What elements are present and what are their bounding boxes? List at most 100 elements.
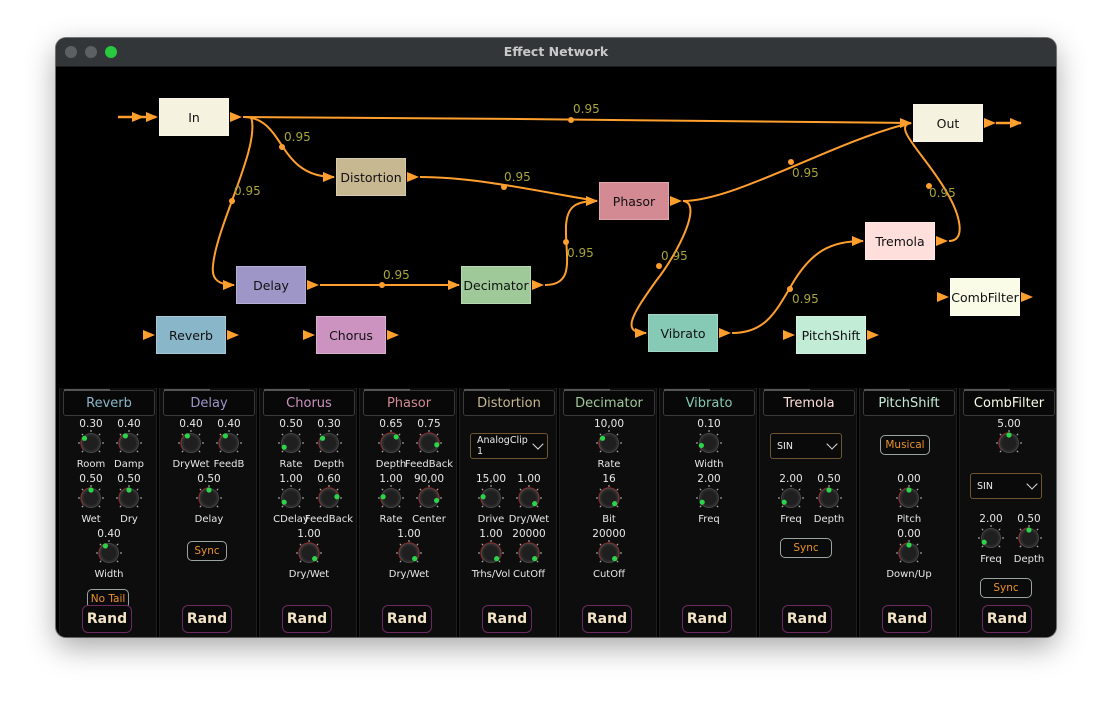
- knob-pitch[interactable]: 0.00 Pitch: [887, 473, 931, 529]
- knob-dial[interactable]: [116, 485, 142, 511]
- edge-weight-handle[interactable]: [279, 144, 285, 150]
- panel-title[interactable]: Tremola: [763, 389, 855, 416]
- panel-title[interactable]: Vibrato: [663, 389, 755, 416]
- knob-feed-b[interactable]: 0.40 FeedB: [207, 418, 251, 474]
- knob-dial[interactable]: [696, 430, 722, 456]
- knob-dial[interactable]: [116, 430, 142, 456]
- toggle-sync[interactable]: Sync: [780, 538, 832, 558]
- randomize-button[interactable]: Rand: [382, 605, 432, 633]
- knob-bit[interactable]: 16 Bit: [587, 473, 631, 529]
- node-reverb[interactable]: Reverb: [156, 316, 226, 354]
- knob-dial[interactable]: [896, 485, 922, 511]
- knob-cut-off[interactable]: 20000 CutOff: [587, 528, 631, 584]
- randomize-button[interactable]: Rand: [182, 605, 232, 633]
- knob-width[interactable]: 0.10 Width: [687, 418, 731, 474]
- knob-depth[interactable]: 0.30 Depth: [307, 418, 351, 474]
- panel-title[interactable]: Distortion: [463, 389, 555, 416]
- edge-weight-handle[interactable]: [229, 198, 235, 204]
- knob-dial[interactable]: [296, 540, 322, 566]
- knob-dial[interactable]: [196, 485, 222, 511]
- knob-dial[interactable]: [96, 540, 122, 566]
- knob-width[interactable]: 0.40 Width: [87, 528, 131, 584]
- knob-dry-wet[interactable]: 1.00 Dry/Wet: [287, 528, 331, 584]
- panel-title[interactable]: Reverb: [63, 389, 155, 416]
- knob-down-up[interactable]: 0.00 Down/Up: [886, 528, 931, 584]
- knob-feed-back[interactable]: 0.75 FeedBack: [405, 418, 453, 474]
- node-phasor[interactable]: Phasor: [599, 182, 669, 220]
- edge-weight-handle[interactable]: [788, 159, 794, 165]
- knob-dial[interactable]: [378, 430, 404, 456]
- knob-dial[interactable]: [178, 430, 204, 456]
- edge-weight-handle[interactable]: [568, 117, 574, 123]
- knob-depth[interactable]: 0.50 Depth: [1007, 513, 1051, 569]
- toggle-musical[interactable]: Musical: [880, 435, 930, 455]
- knob-dial[interactable]: [216, 430, 242, 456]
- knob-dial[interactable]: [278, 485, 304, 511]
- knob-dial[interactable]: [516, 540, 542, 566]
- panel-title[interactable]: Delay: [163, 389, 255, 416]
- knob-dial[interactable]: [416, 430, 442, 456]
- knob-dial[interactable]: [478, 540, 504, 566]
- knob-dry[interactable]: 0.50 Dry: [107, 473, 151, 529]
- knob-dial[interactable]: [416, 485, 442, 511]
- randomize-button[interactable]: Rand: [482, 605, 532, 633]
- node-vibrato[interactable]: Vibrato: [648, 314, 718, 352]
- randomize-button[interactable]: Rand: [82, 605, 132, 633]
- node-pitch-shift[interactable]: PitchShift: [796, 316, 866, 354]
- knob-amount[interactable]: 5.00: [987, 418, 1031, 474]
- randomize-button[interactable]: Rand: [982, 605, 1032, 633]
- mode-select[interactable]: SIN: [970, 473, 1042, 499]
- panel-title[interactable]: Decimator: [563, 389, 655, 416]
- knob-delay[interactable]: 0.50 Delay: [187, 473, 231, 529]
- knob-feed-back[interactable]: 0.60 FeedBack: [305, 473, 353, 529]
- knob-rate[interactable]: 10,00 Rate: [587, 418, 631, 474]
- knob-dial[interactable]: [316, 430, 342, 456]
- knob-depth[interactable]: 0.50 Depth: [807, 473, 851, 529]
- knob-dry-wet[interactable]: 1.00 Dry/Wet: [387, 528, 431, 584]
- knob-dial[interactable]: [478, 485, 504, 511]
- node-decimator[interactable]: Decimator: [461, 266, 531, 304]
- edge-weight-handle[interactable]: [656, 263, 662, 269]
- knob-dial[interactable]: [978, 525, 1004, 551]
- toggle-sync[interactable]: Sync: [980, 578, 1032, 598]
- knob-dial[interactable]: [1016, 525, 1042, 551]
- knob-dial[interactable]: [596, 540, 622, 566]
- node-distortion[interactable]: Distortion: [336, 158, 406, 196]
- knob-dial[interactable]: [78, 485, 104, 511]
- edge-weight-handle[interactable]: [501, 184, 507, 190]
- randomize-button[interactable]: Rand: [882, 605, 932, 633]
- knob-dial[interactable]: [278, 430, 304, 456]
- knob-dial[interactable]: [596, 430, 622, 456]
- knob-dial[interactable]: [996, 430, 1022, 456]
- knob-dial[interactable]: [696, 485, 722, 511]
- knob-dry-wet[interactable]: 1.00 Dry/Wet: [507, 473, 551, 529]
- randomize-button[interactable]: Rand: [782, 605, 832, 633]
- knob-dial[interactable]: [896, 540, 922, 566]
- knob-dial[interactable]: [378, 485, 404, 511]
- knob-damp[interactable]: 0.40 Damp: [107, 418, 151, 474]
- randomize-button[interactable]: Rand: [682, 605, 732, 633]
- node-delay[interactable]: Delay: [236, 266, 306, 304]
- knob-dial[interactable]: [396, 540, 422, 566]
- edge-in-to-out[interactable]: [242, 116, 912, 124]
- knob-dial[interactable]: [78, 430, 104, 456]
- node-in[interactable]: In: [159, 98, 229, 136]
- panel-title[interactable]: CombFilter: [963, 389, 1055, 416]
- toggle-sync[interactable]: Sync: [187, 541, 227, 561]
- knob-dial[interactable]: [778, 485, 804, 511]
- knob-freq[interactable]: 2.00 Freq: [687, 473, 731, 529]
- edge-weight-handle[interactable]: [379, 282, 385, 288]
- knob-dial[interactable]: [816, 485, 842, 511]
- panel-title[interactable]: Chorus: [263, 389, 355, 416]
- node-tremola[interactable]: Tremola: [865, 222, 935, 260]
- node-out[interactable]: Out: [913, 104, 983, 142]
- effect-graph-canvas[interactable]: In Out Distortion Phasor Tremola Delay Decimat…: [56, 66, 1056, 388]
- mode-select[interactable]: AnalogClip 1: [470, 433, 548, 459]
- randomize-button[interactable]: Rand: [282, 605, 332, 633]
- edge-decimator-to-phasor[interactable]: [544, 200, 598, 286]
- panel-title[interactable]: PitchShift: [863, 389, 955, 416]
- panel-title[interactable]: Phasor: [363, 389, 455, 416]
- knob-dial[interactable]: [596, 485, 622, 511]
- edge-in-to-distortion[interactable]: [242, 116, 335, 178]
- edge-weight-handle[interactable]: [563, 239, 569, 245]
